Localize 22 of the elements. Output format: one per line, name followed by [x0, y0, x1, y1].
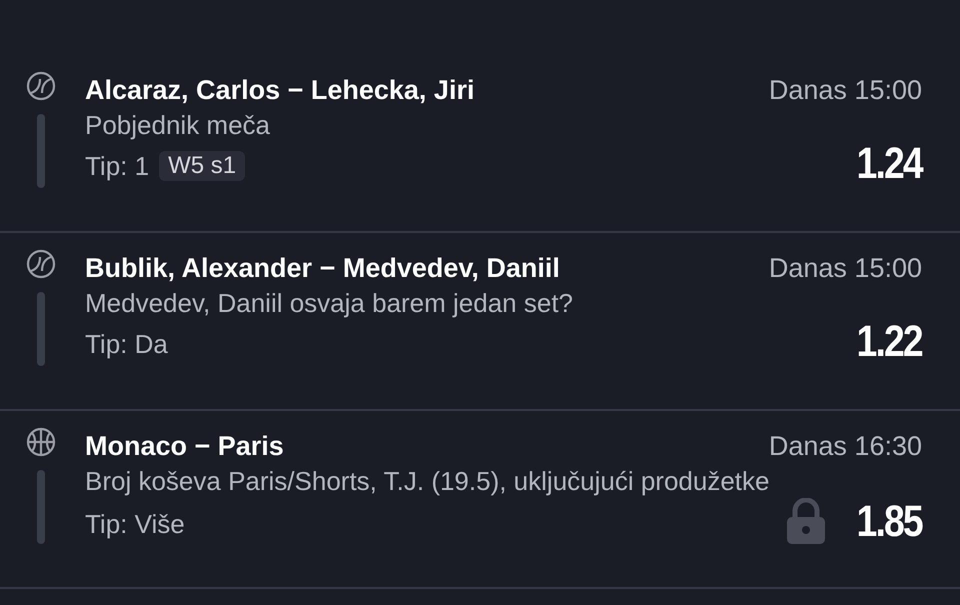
- odds-value: 1.85: [856, 500, 922, 544]
- drag-handle[interactable]: [37, 292, 45, 366]
- tennis-ball-icon: [25, 70, 57, 102]
- tip-text: Tip: Više: [85, 511, 185, 537]
- match-time: Danas 16:30: [768, 433, 922, 460]
- match-time: Danas 15:00: [768, 255, 922, 282]
- odds-value: 1.24: [856, 142, 922, 186]
- tip-text: Tip: 1: [85, 153, 150, 179]
- market-name: Medvedev, Daniil osvaja barem jedan set?: [85, 290, 574, 316]
- match-title: Bublik, Alexander − Medvedev, Daniil: [85, 255, 560, 282]
- tip-text: Tip: Da: [85, 331, 168, 357]
- market-name: Pobjednik meča: [85, 112, 271, 138]
- match-title: Monaco − Paris: [85, 433, 284, 460]
- match-time: Danas 15:00: [768, 77, 922, 104]
- drag-handle[interactable]: [37, 114, 45, 188]
- drag-handle[interactable]: [37, 470, 45, 544]
- odds-value: 1.22: [856, 320, 922, 364]
- market-name: Broj koševa Paris/Shorts, T.J. (19.5), uključujući produžetke: [85, 468, 770, 494]
- basketball-icon: [25, 426, 57, 458]
- match-title: Alcaraz, Carlos − Lehecka, Jiri: [85, 77, 474, 104]
- tip-tag: W5 s1: [159, 151, 246, 181]
- tennis-ball-icon: [25, 248, 57, 280]
